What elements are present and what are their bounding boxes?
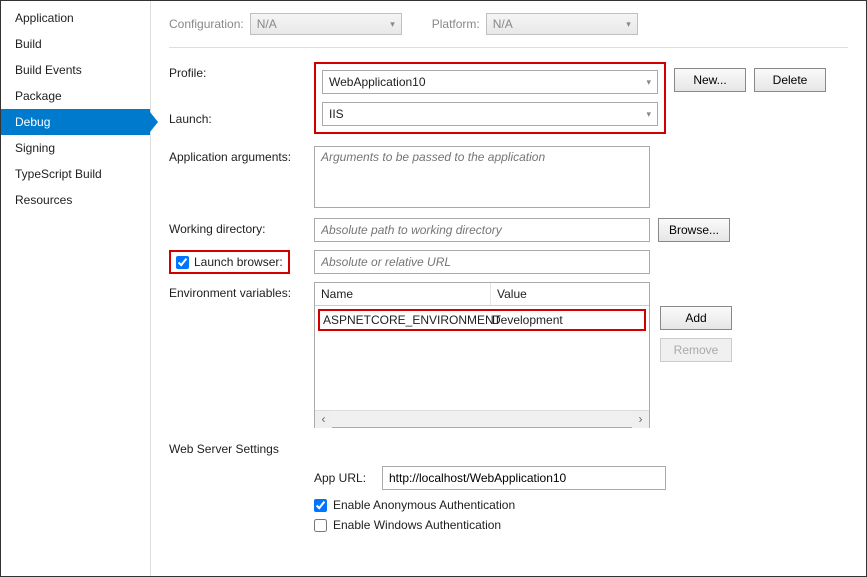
horizontal-scrollbar[interactable]: ‹ › <box>315 410 649 427</box>
enable-windows-auth-checkbox[interactable] <box>314 519 327 532</box>
env-row-value[interactable]: Development <box>492 313 641 327</box>
enable-windows-auth-label: Enable Windows Authentication <box>333 518 501 532</box>
sidebar: Application Build Build Events Package D… <box>1 1 151 576</box>
main-panel: Configuration: N/A ▾ Platform: N/A ▾ Pro… <box>151 1 866 576</box>
app-args-label: Application arguments: <box>169 146 314 164</box>
sidebar-item-debug[interactable]: Debug <box>1 109 150 135</box>
platform-combo: N/A ▾ <box>486 13 638 35</box>
platform-label: Platform: <box>432 17 480 31</box>
chevron-down-icon: ▾ <box>626 19 631 30</box>
scroll-right-arrow-icon[interactable]: › <box>632 411 649 428</box>
configuration-value: N/A <box>257 17 277 31</box>
delete-profile-button[interactable]: Delete <box>754 68 826 92</box>
launch-value: IIS <box>329 107 344 121</box>
chevron-down-icon: ▾ <box>390 19 395 30</box>
profile-launch-highlight: WebApplication10 ▾ IIS ▾ <box>314 62 666 134</box>
scroll-left-arrow-icon[interactable]: ‹ <box>315 411 332 428</box>
launch-browser-checkbox[interactable] <box>176 256 189 269</box>
config-platform-bar: Configuration: N/A ▾ Platform: N/A ▾ <box>169 13 848 35</box>
launch-browser-highlight: Launch browser: <box>169 250 290 274</box>
enable-anonymous-auth-label: Enable Anonymous Authentication <box>333 498 515 512</box>
app-args-textarea[interactable] <box>314 146 650 208</box>
launch-label: Launch: <box>169 108 314 126</box>
working-dir-label: Working directory: <box>169 218 314 236</box>
browse-button[interactable]: Browse... <box>658 218 730 242</box>
sidebar-item-build-events[interactable]: Build Events <box>1 57 150 83</box>
remove-env-button: Remove <box>660 338 732 362</box>
app-url-label: App URL: <box>314 471 374 485</box>
add-env-button[interactable]: Add <box>660 306 732 330</box>
launch-browser-url-input[interactable] <box>314 250 650 274</box>
sidebar-item-resources[interactable]: Resources <box>1 187 150 213</box>
chevron-down-icon: ▾ <box>646 109 651 120</box>
env-vars-grid[interactable]: Name Value ASPNETCORE_ENVIRONMENT Develo… <box>314 282 650 428</box>
launch-combo[interactable]: IIS ▾ <box>322 102 658 126</box>
enable-anonymous-auth-checkbox[interactable] <box>314 499 327 512</box>
env-col-name-header[interactable]: Name <box>315 283 491 305</box>
env-col-value-header[interactable]: Value <box>491 283 649 305</box>
profile-label: Profile: <box>169 62 314 80</box>
profile-combo[interactable]: WebApplication10 ▾ <box>322 70 658 94</box>
env-vars-label: Environment variables: <box>169 282 314 300</box>
configuration-label: Configuration: <box>169 17 244 31</box>
profile-value: WebApplication10 <box>329 75 426 89</box>
sidebar-item-application[interactable]: Application <box>1 5 150 31</box>
platform-value: N/A <box>493 17 513 31</box>
sidebar-item-signing[interactable]: Signing <box>1 135 150 161</box>
env-row-name[interactable]: ASPNETCORE_ENVIRONMENT <box>323 313 492 327</box>
chevron-down-icon: ▾ <box>646 77 651 88</box>
web-server-settings-title: Web Server Settings <box>169 442 848 456</box>
separator <box>169 47 848 48</box>
env-row-highlight: ASPNETCORE_ENVIRONMENT Development <box>318 309 646 331</box>
sidebar-item-typescript-build[interactable]: TypeScript Build <box>1 161 150 187</box>
launch-browser-label: Launch browser: <box>194 255 283 269</box>
sidebar-item-build[interactable]: Build <box>1 31 150 57</box>
working-dir-input[interactable] <box>314 218 650 242</box>
sidebar-item-package[interactable]: Package <box>1 83 150 109</box>
new-profile-button[interactable]: New... <box>674 68 746 92</box>
configuration-combo: N/A ▾ <box>250 13 402 35</box>
app-url-input[interactable] <box>382 466 666 490</box>
